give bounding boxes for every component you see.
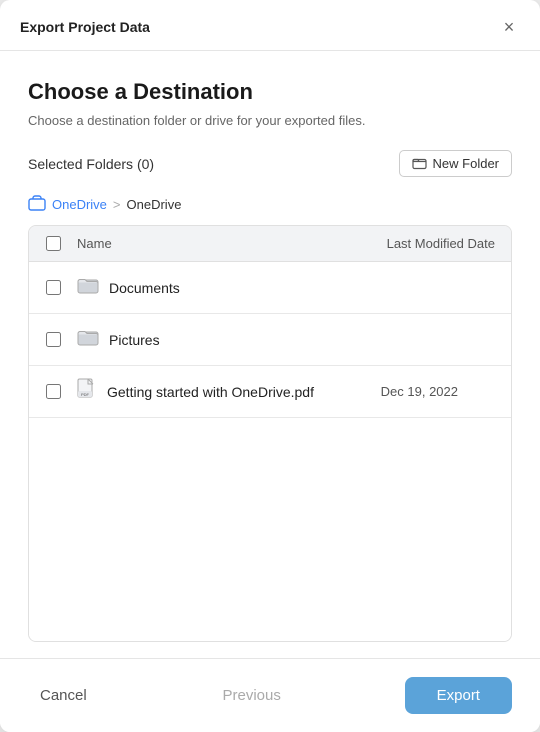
page-subtitle: Choose a destination folder or drive for… [28, 113, 512, 128]
row-checkbox-documents[interactable] [46, 280, 61, 295]
new-folder-icon [412, 156, 427, 171]
breadcrumb: OneDrive > OneDrive [28, 187, 512, 221]
breadcrumb-drive-icon [28, 195, 46, 213]
file-name-pdf: Getting started with OneDrive.pdf [107, 384, 314, 400]
row-checkbox-pdf[interactable] [46, 384, 61, 399]
export-button[interactable]: Export [405, 677, 512, 714]
row-checkbox-cell [29, 280, 77, 295]
export-dialog: Export Project Data × Choose a Destinati… [0, 0, 540, 732]
file-name-pictures: Pictures [109, 332, 160, 348]
cancel-button[interactable]: Cancel [28, 679, 99, 712]
new-folder-button[interactable]: New Folder [399, 150, 512, 177]
header-checkbox-cell [29, 236, 77, 251]
toolbar: Selected Folders (0) New Folder [28, 150, 512, 177]
new-folder-label: New Folder [433, 156, 499, 171]
dialog-body: Choose a Destination Choose a destinatio… [0, 51, 540, 658]
select-all-checkbox[interactable] [46, 236, 61, 251]
breadcrumb-link[interactable]: OneDrive [52, 197, 107, 212]
page-title: Choose a Destination [28, 79, 512, 105]
row-checkbox-pictures[interactable] [46, 332, 61, 347]
dialog-title: Export Project Data [20, 19, 150, 35]
table-row: Documents [29, 262, 511, 314]
file-date-pdf: Dec 19, 2022 [314, 384, 474, 399]
empty-area [29, 418, 511, 641]
svg-text:PDF: PDF [81, 392, 90, 397]
dialog-footer: Cancel Previous Export [0, 658, 540, 732]
table-row: Pictures [29, 314, 511, 366]
row-checkbox-cell [29, 384, 77, 399]
breadcrumb-separator: > [113, 197, 121, 212]
row-checkbox-cell [29, 332, 77, 347]
table-row: PDF Getting started with OneDrive.pdf De… [29, 366, 511, 418]
table-header: Name Last Modified Date [29, 226, 511, 262]
dialog-header: Export Project Data × [0, 0, 540, 51]
file-table: Name Last Modified Date Documents [28, 225, 512, 642]
onedrive-icon [28, 195, 46, 213]
file-name-documents: Documents [109, 280, 180, 296]
column-name-header: Name [77, 236, 351, 251]
breadcrumb-current: OneDrive [127, 197, 182, 212]
close-button[interactable]: × [498, 16, 520, 38]
selected-folders-label: Selected Folders (0) [28, 156, 154, 172]
folder-icon [77, 274, 99, 301]
column-date-header: Last Modified Date [351, 236, 511, 251]
previous-button[interactable]: Previous [210, 679, 292, 712]
pdf-icon: PDF [77, 378, 97, 405]
folder-icon [77, 326, 99, 353]
